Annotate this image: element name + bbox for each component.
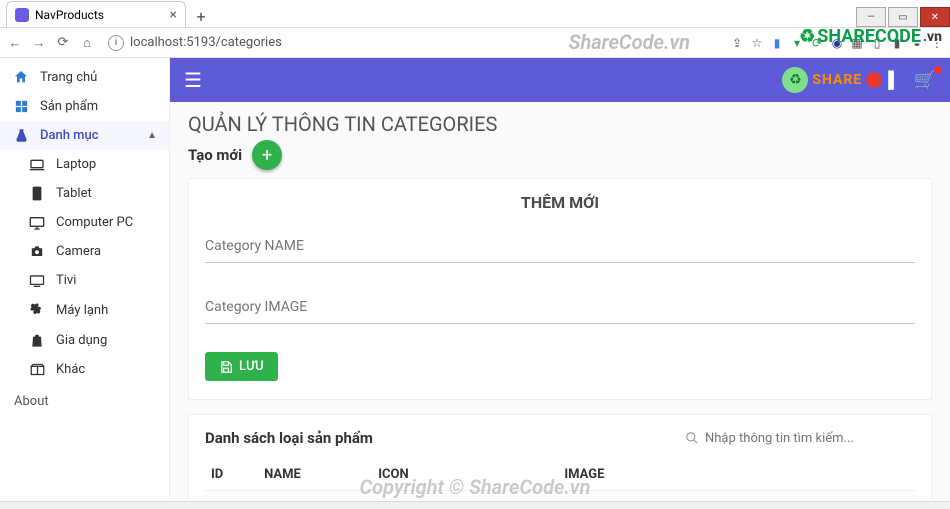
- window-maximize[interactable]: ▭: [888, 7, 918, 27]
- sidebar-sub-laptop[interactable]: Laptop: [0, 150, 169, 179]
- desktop-icon: [28, 216, 46, 230]
- home-icon[interactable]: ⌂: [78, 35, 96, 51]
- laptop-icon: [28, 159, 46, 171]
- share-icon[interactable]: ⇪: [730, 36, 744, 50]
- window-minimize[interactable]: —: [856, 7, 886, 27]
- sidebar-item-label: Camera: [56, 244, 101, 259]
- reload-icon[interactable]: ⟳: [54, 35, 72, 50]
- categories-table: ID NAME ICON IMAGE 1 Laptop fas fa-lapto…: [205, 459, 915, 501]
- chevron-up-icon: ▲: [147, 130, 157, 141]
- content: QUẢN LÝ THÔNG TIN CATEGORIES Tạo mới + T…: [170, 102, 950, 501]
- new-tab-button[interactable]: +: [190, 5, 212, 27]
- main: ☰ ♻ SHARE ▌ 🛒 QUẢN LÝ THÔNG TIN CATEGORI…: [170, 58, 950, 501]
- ext-icon-1[interactable]: ▮: [770, 36, 784, 50]
- address-bar[interactable]: i localhost:5193/categories: [102, 35, 724, 51]
- form-card: THÊM MỚI LƯU: [188, 178, 932, 400]
- cell-name: Laptop: [258, 491, 372, 502]
- list-card: Danh sách loại sản phẩm ID NAME ICON: [188, 414, 932, 501]
- home-icon: [12, 69, 30, 85]
- fan-icon: [28, 302, 46, 318]
- category-image-input[interactable]: [205, 291, 915, 324]
- sidebar-item-label: Tivi: [56, 273, 76, 288]
- cart-icon[interactable]: 🛒: [914, 70, 936, 91]
- col-name: NAME: [258, 459, 372, 491]
- add-button[interactable]: +: [252, 140, 282, 170]
- sidebar-item-home[interactable]: Trang chủ: [0, 62, 169, 92]
- logo-dot-icon: [866, 72, 882, 88]
- appbar: ☰ ♻ SHARE ▌ 🛒: [170, 58, 950, 102]
- statusbar: [0, 501, 950, 509]
- tab-title: NavProducts: [35, 8, 104, 22]
- sidebar-item-products[interactable]: Sản phẩm: [0, 92, 169, 121]
- tv-icon: [28, 274, 46, 287]
- sidebar-item-label: Tablet: [56, 186, 92, 201]
- sidebar-item-label: Computer PC: [56, 215, 133, 230]
- star-icon[interactable]: ☆: [750, 36, 764, 50]
- table-row: 1 Laptop fas fa-laptop fas fa-laptop: [205, 491, 915, 502]
- sidebar-sub-camera[interactable]: Camera: [0, 237, 169, 266]
- sidebar-sub-khac[interactable]: Khác: [0, 355, 169, 384]
- browser-titlebar: NavProducts × + — ▭ ✕: [0, 0, 950, 28]
- sidebar-item-label: Gia dụng: [56, 333, 107, 348]
- browser-tab[interactable]: NavProducts ×: [6, 1, 186, 27]
- sidebar-item-label: Khác: [56, 362, 85, 377]
- sidebar-item-label: Danh mục: [40, 128, 99, 143]
- save-label: LƯU: [239, 359, 264, 374]
- create-label: Tạo mới: [188, 146, 242, 164]
- search-input[interactable]: [705, 431, 915, 446]
- sidebar-item-label: Trang chủ: [40, 70, 97, 85]
- window-controls: — ▭ ✕: [856, 7, 950, 27]
- window-close[interactable]: ✕: [920, 7, 950, 27]
- grid-icon: [12, 99, 30, 114]
- cell-id: 1: [205, 491, 258, 502]
- sidebar-sub-tivi[interactable]: Tivi: [0, 266, 169, 295]
- tablet-icon: [28, 186, 46, 201]
- tab-close-icon[interactable]: ×: [170, 7, 177, 23]
- form-title: THÊM MỚI: [205, 193, 915, 212]
- col-id: ID: [205, 459, 258, 491]
- save-button[interactable]: LƯU: [205, 352, 278, 381]
- tab-favicon: [15, 8, 29, 22]
- col-image: IMAGE: [558, 459, 744, 491]
- sidebar-sub-giadung[interactable]: Gia dụng: [0, 325, 169, 355]
- sidebar-sub-computer[interactable]: Computer PC: [0, 208, 169, 237]
- search-icon: [685, 431, 699, 445]
- flask-icon: [12, 128, 30, 143]
- forward-icon[interactable]: →: [30, 35, 48, 51]
- search-box[interactable]: [685, 431, 915, 446]
- site-info-icon[interactable]: i: [108, 35, 124, 51]
- sidebar-sub-maylanh[interactable]: Máy lạnh: [0, 295, 169, 325]
- page-title: QUẢN LÝ THÔNG TIN CATEGORIES: [188, 112, 932, 136]
- watermark-logo: ♻ SHARECODE.vn: [799, 26, 942, 47]
- cell-image: fas fa-laptop: [558, 491, 744, 502]
- sidebar-item-label: Máy lạnh: [56, 303, 108, 318]
- url-text: localhost:5193/categories: [130, 35, 282, 50]
- sidebar-item-label: Sản phẩm: [40, 99, 98, 114]
- back-icon[interactable]: ←: [6, 35, 24, 51]
- category-name-input[interactable]: [205, 230, 915, 263]
- sidebar-about[interactable]: About: [0, 384, 169, 419]
- sidebar: Trang chủ Sản phẩm Danh mục ▲ Laptop Tab…: [0, 58, 170, 501]
- list-title: Danh sách loại sản phẩm: [205, 429, 373, 447]
- cell-icon: fas fa-laptop: [372, 491, 558, 502]
- save-icon: [219, 360, 233, 374]
- bag-icon: [28, 332, 46, 348]
- col-icon: ICON: [372, 459, 558, 491]
- camera-icon: [28, 245, 46, 258]
- appbar-logo: ♻ SHARE ▌: [782, 67, 901, 93]
- sidebar-sub-tablet[interactable]: Tablet: [0, 179, 169, 208]
- box-icon: [28, 363, 46, 376]
- appbar-logo-text: SHARE: [812, 72, 862, 88]
- recycle-icon: ♻: [782, 67, 808, 93]
- hamburger-icon[interactable]: ☰: [184, 68, 202, 92]
- sidebar-item-categories[interactable]: Danh mục ▲: [0, 121, 169, 150]
- sidebar-item-label: Laptop: [56, 157, 96, 172]
